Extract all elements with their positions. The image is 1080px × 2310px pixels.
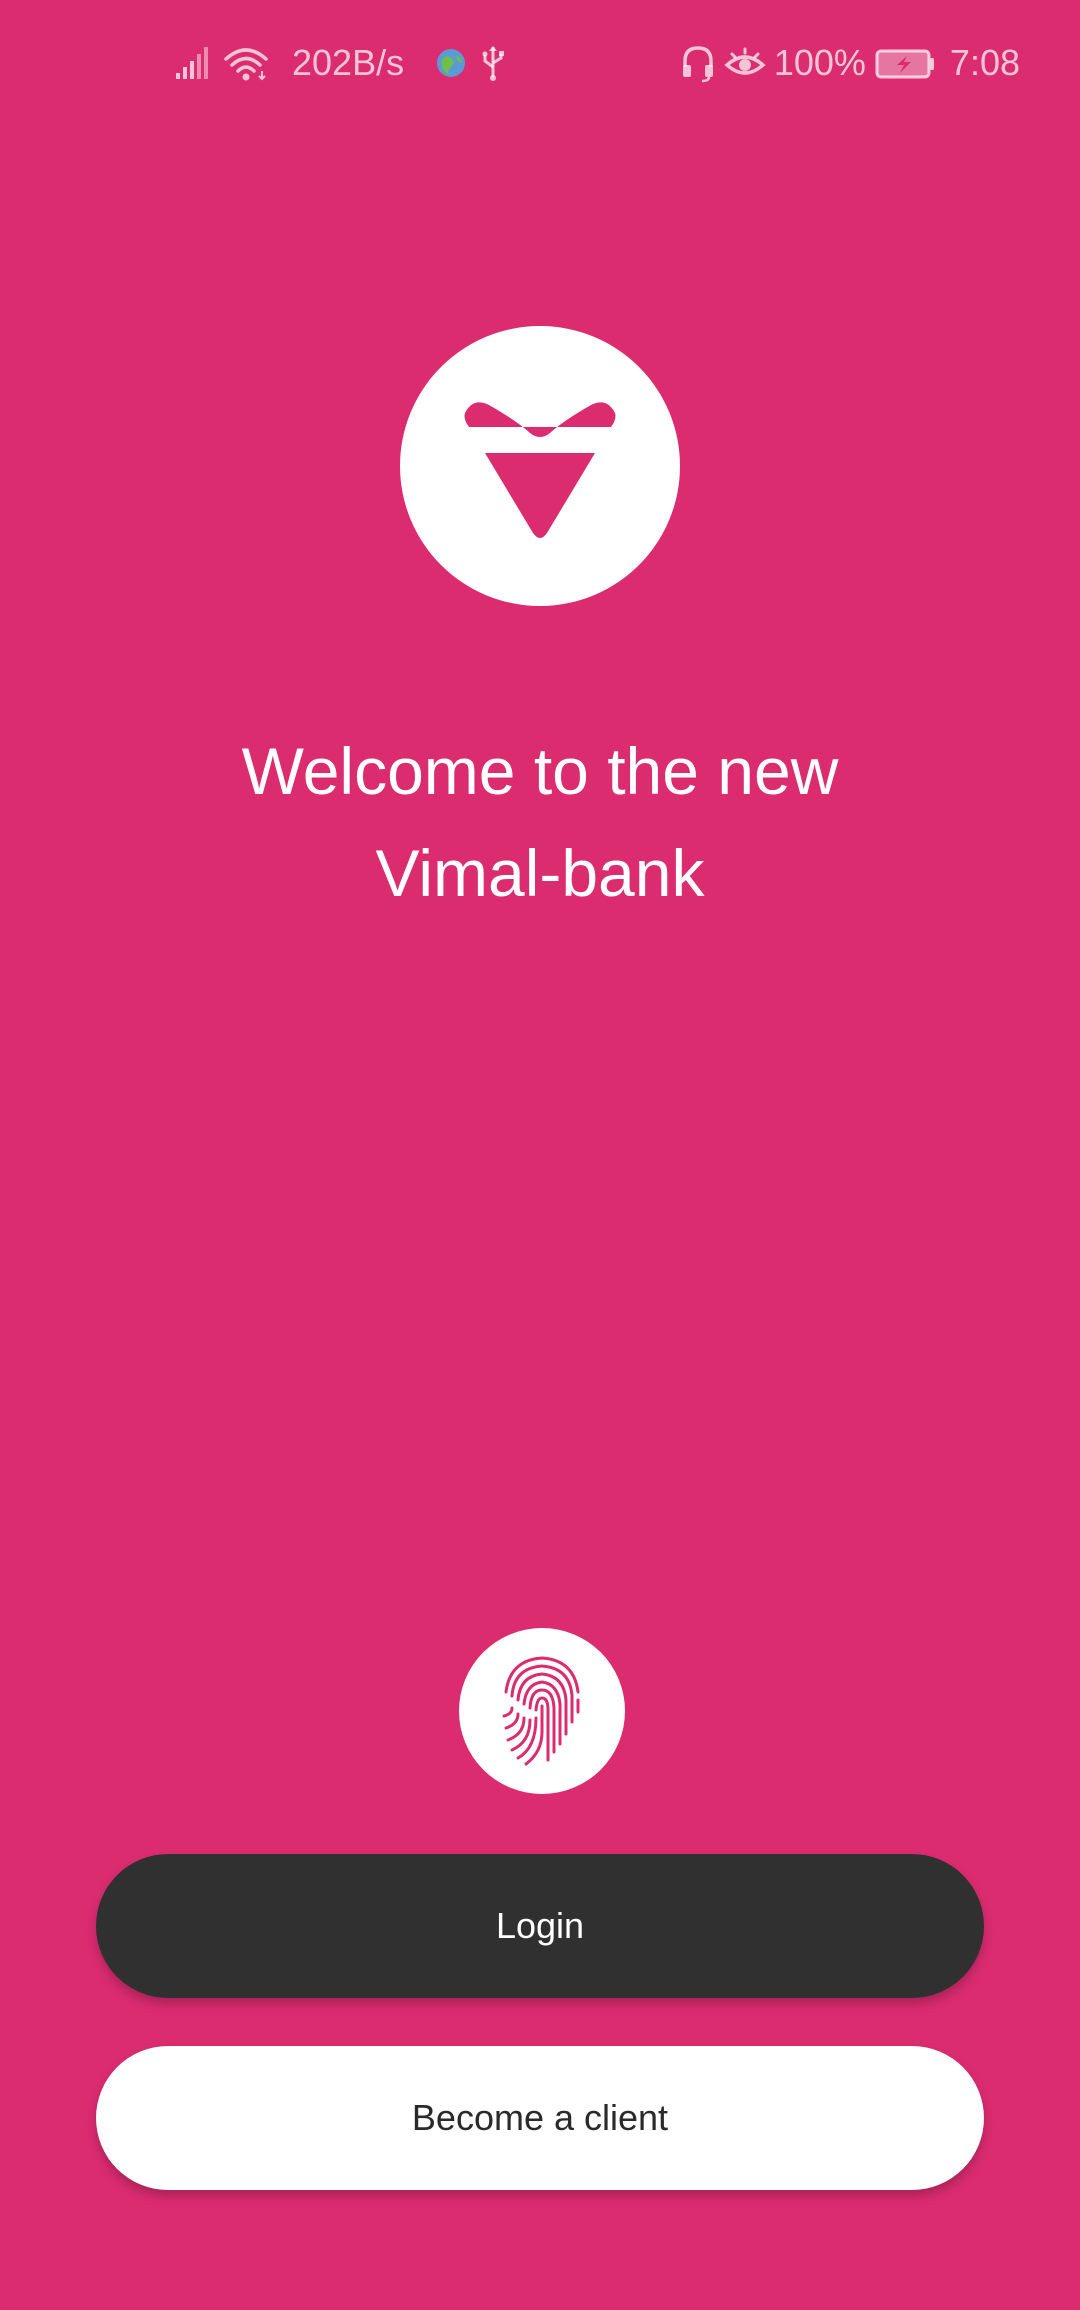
eye-icon [724,43,766,83]
status-bar-right: 100% 7:08 [680,40,1020,86]
clock: 7:08 [949,42,1020,83]
welcome-line-2: Vimal-bank [375,836,705,910]
status-bar-left: 202B/s [172,40,508,86]
signal-icon [172,43,212,83]
fingerprint-icon [496,1652,588,1770]
usb-icon [478,43,508,83]
network-speed: 202B/s [292,42,405,83]
vimal-bank-logo-icon [455,391,625,541]
globe-icon [434,46,468,80]
battery-percent: 100% [773,42,866,83]
become-client-button[interactable]: Become a client [96,2046,984,2190]
become-client-button-label: Become a client [411,2097,669,2138]
login-button[interactable]: Login [96,1854,984,1998]
wifi-icon [222,43,270,83]
headset-icon [680,43,716,83]
login-button-label: Login [495,1905,585,1946]
welcome-heading: Welcome to the new Vimal-bank [140,720,940,924]
status-bar: 202B/s 100% 7:08 [0,0,1080,124]
welcome-line-1: Welcome to the new [241,734,839,808]
battery-charging-icon [874,43,936,83]
bank-logo [400,326,680,606]
fingerprint-login-button[interactable] [459,1628,625,1794]
